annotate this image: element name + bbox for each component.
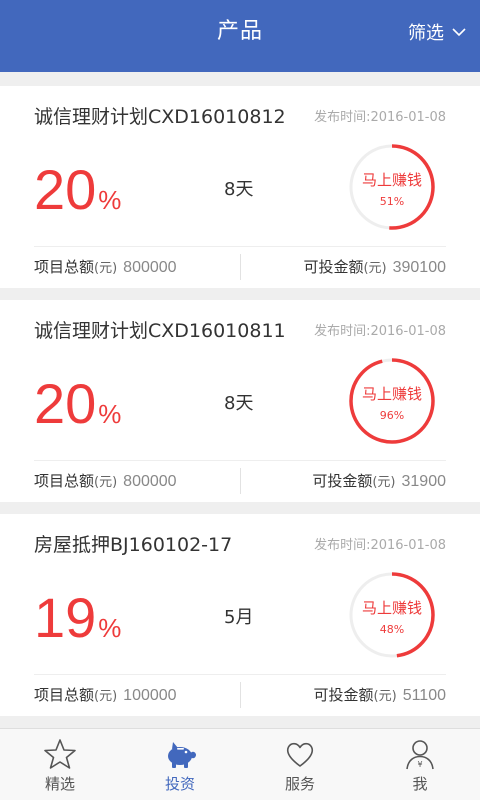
invest-now-label: 马上赚钱 (361, 385, 422, 403)
total-label: 项目总额 (34, 686, 95, 704)
available-amount: 可投金额(元) 390100 (303, 256, 446, 277)
publish-date: 发布时间:2016-01-08 (314, 538, 446, 553)
available-amount: 可投金额(元) 51100 (314, 684, 446, 705)
total-unit: (元) (94, 261, 118, 276)
progress-percent: 48% (379, 623, 405, 636)
filter-button[interactable]: 筛选 (408, 0, 466, 64)
tab-label: 投资 (164, 775, 195, 793)
progress-percent: 96% (379, 409, 405, 422)
app-header: 产品 筛选 (0, 0, 480, 72)
product-card[interactable]: 房屋抵押BJ160102-17 发布时间:2016-01-08 19% 5月 马… (0, 514, 480, 716)
vertical-divider (240, 468, 241, 494)
total-amount: 项目总额(元) 800000 (34, 470, 177, 491)
divider (34, 460, 446, 461)
vertical-divider (240, 682, 241, 708)
tab-featured[interactable]: 精选 (0, 729, 120, 800)
invest-now-button[interactable]: 马上赚钱 48% (349, 572, 435, 658)
rate-unit: % (98, 613, 122, 643)
total-unit: (元) (94, 475, 118, 490)
available-label: 可投金额 (312, 472, 373, 490)
available-amount: 可投金额(元) 31900 (312, 470, 446, 491)
tab-me[interactable]: ¥ 我 (360, 729, 480, 800)
available-value: 51100 (402, 687, 446, 704)
product-term: 5月 (224, 607, 254, 628)
product-name: 诚信理财计划CXD16010811 (34, 320, 286, 342)
star-icon (44, 739, 76, 769)
interest-rate: 19% (34, 590, 121, 646)
user-icon: ¥ (406, 740, 434, 770)
chevron-down-icon (452, 27, 466, 36)
tab-label: 我 (412, 775, 428, 793)
total-unit: (元) (94, 689, 118, 704)
tab-invest[interactable]: 投资 (120, 729, 240, 800)
total-value: 100000 (123, 687, 177, 704)
available-unit: (元) (372, 475, 396, 490)
rate-value: 19 (34, 586, 97, 649)
bottom-tab-bar: 精选 投资 服务 ¥ 我 (0, 728, 480, 800)
vertical-divider (240, 254, 241, 280)
total-label: 项目总额 (34, 472, 95, 490)
rate-value: 20 (34, 372, 97, 435)
available-unit: (元) (373, 689, 397, 704)
invest-now-button[interactable]: 马上赚钱 96% (349, 358, 435, 444)
total-label: 项目总额 (34, 258, 95, 276)
product-name: 房屋抵押BJ160102-17 (34, 534, 233, 556)
product-term: 8天 (224, 179, 254, 200)
filter-label: 筛选 (408, 23, 444, 44)
publish-date: 发布时间:2016-01-08 (314, 110, 446, 125)
product-card[interactable]: 诚信理财计划CXD16010812 发布时间:2016-01-08 20% 8天… (0, 86, 480, 288)
available-unit: (元) (363, 261, 387, 276)
progress-percent: 51% (379, 195, 405, 208)
svg-text:¥: ¥ (417, 760, 422, 769)
total-value: 800000 (123, 259, 177, 276)
piggy-bank-icon (168, 742, 196, 768)
product-name: 诚信理财计划CXD16010812 (34, 106, 286, 128)
heart-icon (286, 742, 314, 767)
interest-rate: 20% (34, 162, 121, 218)
available-value: 31900 (401, 473, 447, 490)
tab-label: 精选 (44, 775, 75, 793)
rate-unit: % (98, 185, 122, 215)
publish-date: 发布时间:2016-01-08 (314, 324, 446, 339)
product-card[interactable]: 诚信理财计划CXD16010811 发布时间:2016-01-08 20% 8天… (0, 300, 480, 502)
tab-label: 服务 (284, 775, 315, 793)
invest-now-label: 马上赚钱 (361, 599, 422, 617)
available-value: 390100 (392, 259, 446, 276)
available-label: 可投金额 (303, 258, 364, 276)
tab-service[interactable]: 服务 (240, 729, 360, 800)
divider (34, 674, 446, 675)
invest-now-button[interactable]: 马上赚钱 51% (349, 144, 435, 230)
total-amount: 项目总额(元) 100000 (34, 684, 177, 705)
available-label: 可投金额 (313, 686, 374, 704)
rate-value: 20 (34, 158, 97, 221)
product-term: 8天 (224, 393, 254, 414)
interest-rate: 20% (34, 376, 121, 432)
rate-unit: % (98, 399, 122, 429)
total-amount: 项目总额(元) 800000 (34, 256, 177, 277)
divider (34, 246, 446, 247)
total-value: 800000 (123, 473, 177, 490)
invest-now-label: 马上赚钱 (361, 171, 422, 189)
